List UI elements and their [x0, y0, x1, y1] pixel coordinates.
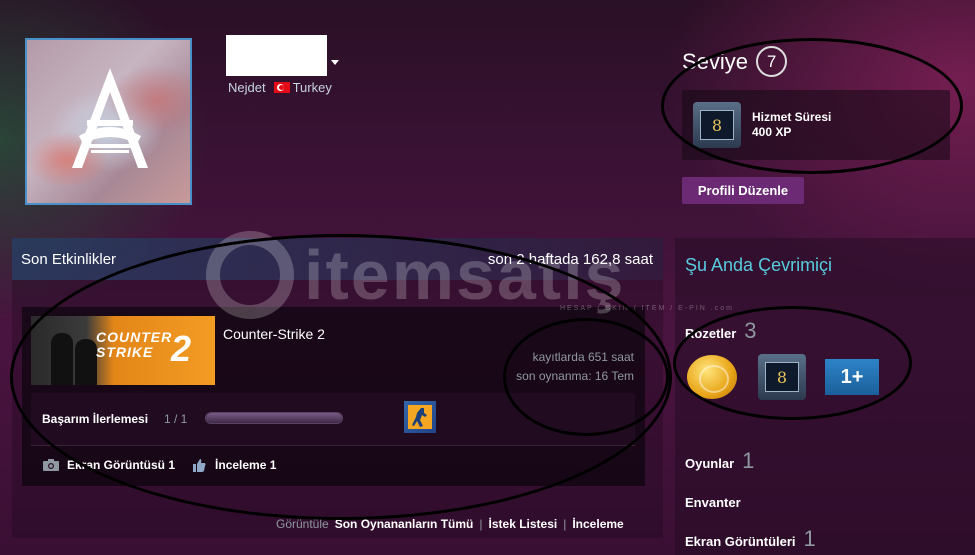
soldier-silhouette-icon [51, 333, 73, 385]
screenshots-count: 1 [803, 526, 816, 551]
edit-profile-button[interactable]: Profili Düzenle [682, 177, 804, 204]
level-value[interactable]: 7 [756, 46, 788, 77]
years-of-service-badge-icon: 8 [693, 102, 741, 148]
games-count: 1 [742, 448, 755, 473]
game-logo-number: 2 [171, 328, 192, 369]
games-link[interactable]: Oyunlar 1 [685, 448, 754, 474]
reviews-link[interactable]: İnceleme [572, 517, 623, 531]
hours-on-record: kayıtlarda 651 saat [532, 350, 634, 364]
links-prefix: Görüntüle [276, 517, 329, 531]
badge-xp: 400 XP [752, 125, 792, 139]
recent-activity-summary: son 2 haftada 162,8 saat [487, 250, 653, 268]
level-label: Seviye [682, 48, 749, 74]
online-status: Şu Anda Çevrimiçi [685, 255, 833, 275]
games-label: Oyunlar [685, 456, 735, 471]
watermark-subtext: HESAP / SKIN / ITEM / E-PIN .com [560, 305, 734, 312]
inventory-label: Envanter [685, 495, 741, 510]
screenshot-count: Ekran Görüntüsü 1 [67, 457, 176, 472]
all-recent-games-link[interactable]: Son Oynananların Tümü [335, 517, 474, 531]
soldier-silhouette-icon [75, 339, 97, 385]
achievement-progress-row: Başarım İlerlemesi 1 / 1 [31, 393, 635, 445]
recent-activity-title[interactable]: Son Etkinlikler [21, 251, 116, 268]
profile-avatar[interactable] [25, 38, 192, 205]
activity-links: Görüntüle Son Oynananların Tümü | İstek … [276, 517, 624, 531]
badge-title: Hizmet Süresi [752, 110, 832, 124]
badge-number: 8 [700, 110, 734, 140]
link-separator: | [563, 517, 567, 531]
turkey-flag-icon [273, 82, 290, 93]
badge-number: 8 [765, 362, 799, 392]
badges-link[interactable]: Rozetler 3 [685, 318, 757, 344]
gold-coin-badge-icon[interactable] [687, 355, 737, 399]
persona-info: Nejdet Turkey [228, 80, 332, 95]
achievement-progress-fill [206, 413, 342, 423]
game-playtime: kayıtlarda 651 saat son oynanma: 16 Tem [516, 348, 634, 386]
avatar-emblem-icon [72, 68, 148, 168]
game-capsule-image[interactable]: COUNTER STRIKE 2 [31, 316, 215, 385]
screenshots-link[interactable]: Ekran Görüntüleri 1 [685, 526, 816, 552]
screenshots-label: Ekran Görüntüleri [685, 534, 796, 549]
achievement-count: 1 / 1 [164, 412, 188, 426]
years-of-service-badge-icon[interactable]: 8 [758, 354, 806, 400]
screenshot-link[interactable]: Ekran Görüntüsü 1 [43, 458, 175, 472]
inventory-link[interactable]: Envanter [685, 495, 741, 510]
link-separator: | [479, 517, 483, 531]
level-heading: Seviye 7 [682, 46, 788, 77]
wishlist-link[interactable]: İstek Listesi [489, 517, 558, 531]
favorite-badge[interactable]: 8 Hizmet Süresi 400 XP [682, 90, 950, 160]
camera-icon [43, 458, 59, 471]
plus-badge-icon[interactable]: 1+ [825, 359, 879, 395]
last-played: son oynanma: 16 Tem [516, 369, 634, 383]
country-name: Turkey [292, 80, 332, 95]
recent-activity-header: Son Etkinlikler son 2 haftada 162,8 saat [12, 238, 663, 280]
achievement-progress-bar [205, 412, 343, 424]
name-history-dropdown-icon[interactable] [331, 60, 339, 65]
review-link[interactable]: İnceleme 1 [191, 457, 276, 473]
recent-activity-panel: Son Etkinlikler son 2 haftada 162,8 saat… [12, 238, 663, 538]
game-activity-footer: Ekran Görüntüsü 1 İnceleme 1 [31, 445, 635, 483]
achievement-progress-label[interactable]: Başarım İlerlemesi [42, 412, 148, 426]
game-name-link[interactable]: Counter-Strike 2 [223, 326, 325, 342]
country-info: Turkey [273, 80, 332, 95]
badge-info: Hizmet Süresi 400 XP [752, 110, 831, 140]
real-name: Nejdet [228, 80, 266, 95]
profile-name-redacted [226, 35, 327, 76]
recent-game-card: COUNTER STRIKE 2 Counter-Strike 2 kayıtl… [22, 307, 645, 486]
game-logo-text: COUNTER STRIKE [96, 329, 173, 360]
badges-count: 3 [744, 318, 757, 343]
profile-sidebar: Şu Anda Çevrimiçi Rozetler 3 8 1+ Oyunla… [675, 238, 975, 555]
thumbs-up-icon [193, 458, 206, 472]
achievement-icon[interactable] [404, 401, 436, 433]
badges-label: Rozetler [685, 326, 737, 341]
review-count: İnceleme 1 [215, 457, 277, 472]
